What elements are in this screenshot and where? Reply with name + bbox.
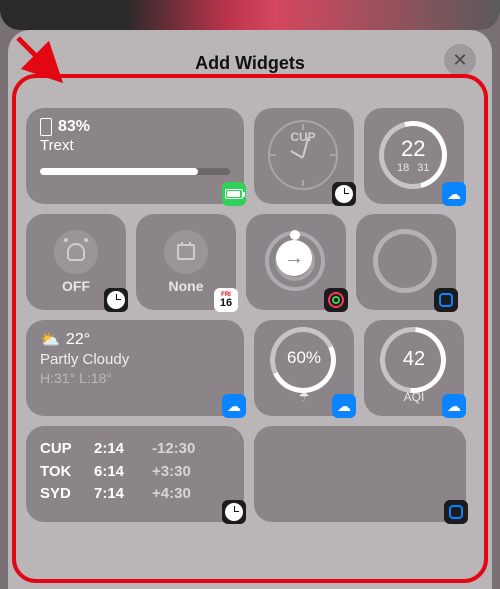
fitness-dot-icon <box>290 230 300 240</box>
wallpaper-peek <box>0 0 500 30</box>
arrow-right-icon: → <box>276 240 312 276</box>
phone-icon <box>40 118 52 136</box>
alarm-widget[interactable]: OFF <box>26 214 126 310</box>
aqi-value: 42 <box>364 348 464 371</box>
fitness-app-badge <box>324 288 348 312</box>
battery-percent: 83% <box>58 118 90 136</box>
weather-condition: Partly Cloudy <box>40 351 230 368</box>
weather-app-badge: ☁ <box>332 394 356 418</box>
clock-app-badge <box>222 500 246 524</box>
partly-cloudy-icon: ⛅ <box>40 330 60 350</box>
empty-ring-widget[interactable] <box>356 214 456 310</box>
weather-app-badge: ☁ <box>222 394 246 418</box>
add-widgets-sheet: Add Widgets ✕ 83% Trext CUP <box>8 30 492 589</box>
weather-forecast-widget[interactable]: ⛅ 22° Partly Cloudy H:31° L:18° ☁ <box>26 320 244 416</box>
close-button[interactable]: ✕ <box>444 44 476 76</box>
app-badge <box>434 288 458 312</box>
world-clock-row: TOK6:14+3:30 <box>40 461 230 484</box>
fitness-widget[interactable]: → <box>246 214 346 310</box>
ring-icon <box>373 229 437 293</box>
temperature-ring-widget[interactable]: 22 18 31 ☁ <box>364 108 464 204</box>
precip-value: 60% <box>254 348 354 368</box>
calendar-label: None <box>169 278 204 294</box>
empty-widget[interactable] <box>254 426 466 522</box>
temp-high: 31 <box>417 162 429 174</box>
widget-grid: 83% Trext CUP 2 <box>26 108 474 579</box>
temp-low: 18 <box>397 162 409 174</box>
weather-app-badge: ☁ <box>442 394 466 418</box>
battery-device: Trext <box>40 137 230 154</box>
alarm-icon <box>54 230 98 274</box>
weather-app-badge: ☁ <box>442 182 466 206</box>
calendar-icon <box>164 230 208 274</box>
sheet-header: Add Widgets ✕ <box>8 48 492 78</box>
temp-current: 22 <box>401 136 425 162</box>
battery-widget[interactable]: 83% Trext <box>26 108 244 204</box>
clock-face-icon: CUP <box>268 120 338 190</box>
sheet-title: Add Widgets <box>195 53 305 74</box>
calendar-widget[interactable]: None FRI 16 <box>136 214 236 310</box>
alarm-label: OFF <box>62 278 90 294</box>
weather-low: L:18° <box>79 370 112 386</box>
aqi-widget[interactable]: 42 AQI ☁ <box>364 320 464 416</box>
clock-city: CUP <box>290 130 315 144</box>
clock-app-badge <box>332 182 356 206</box>
close-icon: ✕ <box>452 50 467 71</box>
precipitation-widget[interactable]: 60% ☂ ☁ <box>254 320 354 416</box>
weather-temp: 22° <box>66 331 90 349</box>
app-badge <box>444 500 468 524</box>
world-clock-row: CUP2:14-12:30 <box>40 438 230 461</box>
calendar-app-badge: FRI 16 <box>214 288 238 312</box>
world-clocks-widget[interactable]: CUP2:14-12:30TOK6:14+3:30SYD7:14+4:30 <box>26 426 244 522</box>
weather-high: H:31° <box>40 370 75 386</box>
city-clock-widget[interactable]: CUP <box>254 108 354 204</box>
batteries-app-badge <box>222 182 246 206</box>
world-clock-row: SYD7:14+4:30 <box>40 483 230 506</box>
clock-app-badge <box>104 288 128 312</box>
battery-bar <box>40 168 230 175</box>
world-clock-list: CUP2:14-12:30TOK6:14+3:30SYD7:14+4:30 <box>40 438 230 506</box>
